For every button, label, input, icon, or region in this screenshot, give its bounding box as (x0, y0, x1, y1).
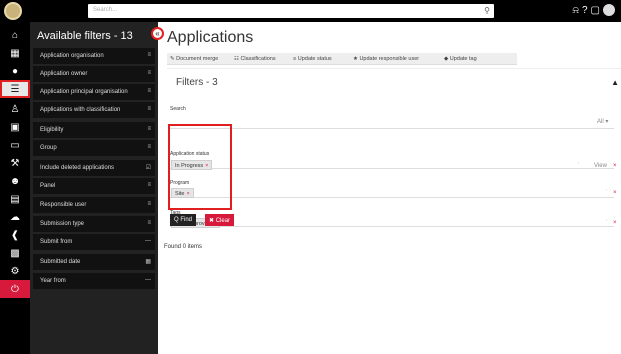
filter-item[interactable]: Applications with classification ≡ (33, 102, 155, 118)
find-button[interactable]: Q Find (170, 214, 197, 226)
menu-icon[interactable]: ≡ (147, 88, 151, 94)
menu-icon[interactable]: ≡ (147, 126, 151, 132)
bell-icon[interactable]: ⍾ (572, 5, 579, 16)
calendar-icon[interactable]: ▦ (0, 44, 30, 62)
filter-item[interactable]: Application principal organisation ≡ (33, 84, 155, 100)
view-link[interactable]: View (594, 163, 607, 169)
remove-icon[interactable]: × (613, 163, 617, 169)
group-icon[interactable]: ☻ (0, 172, 30, 190)
collapse-filters-button[interactable]: « (151, 27, 164, 40)
filter-item-label: Eligibility (40, 127, 64, 133)
filter-item-label: Include deleted applications (40, 165, 115, 171)
all-select[interactable]: All ▾ (597, 118, 608, 125)
list-icon[interactable]: ☰ (0, 80, 30, 98)
filter-item-label: Application principal organisation (40, 89, 128, 95)
dropdown-icon[interactable]: ˙ (606, 190, 608, 196)
gavel-icon[interactable]: ⚒ (0, 154, 30, 172)
monitor-icon[interactable]: ▭ (0, 136, 30, 154)
menu-icon[interactable]: ≡ (147, 52, 151, 58)
filter-item-label: Submit from (40, 239, 73, 245)
classifications-button[interactable]: ☷ Classifications (234, 53, 276, 65)
filter-item-label: Application organisation (40, 53, 104, 59)
filter-item-label: Applications with classification (40, 107, 121, 113)
filter-item[interactable]: Group ≡ (33, 140, 155, 156)
highlight-box (168, 124, 232, 210)
calendar-icon[interactable]: ▦ (145, 258, 151, 265)
search-icon[interactable]: ⚲ (484, 6, 490, 15)
bank-icon[interactable]: ♙ (0, 100, 30, 118)
checkbox-icon[interactable]: ☑ (146, 164, 151, 171)
filter-item[interactable]: Submit from — (33, 234, 155, 250)
menu-icon[interactable]: ≡ (147, 106, 151, 112)
dropdown-icon[interactable]: ˙ (606, 220, 608, 226)
filter-item[interactable]: Year from — (33, 273, 155, 289)
page-title: Applications (167, 29, 254, 46)
filter-item-label: Submission type (40, 221, 85, 227)
remove-icon[interactable]: × (613, 220, 617, 226)
application-status-input[interactable] (170, 157, 614, 169)
people-icon[interactable]: ● (0, 62, 30, 80)
search-label: Search (170, 106, 186, 112)
filter-item-label: Responsible user (40, 202, 87, 208)
power-icon[interactable]: ⏻ (0, 280, 30, 298)
results-count: Found 0 items (164, 244, 203, 250)
filter-item[interactable]: Submission type ≡ (33, 216, 155, 232)
filter-item[interactable]: Include deleted applications ☑ (33, 160, 155, 176)
menu-icon[interactable]: ≡ (147, 220, 151, 226)
filters-box: Filters - 3 ▲ Search All ▾ Application s… (167, 68, 621, 228)
clear-button[interactable]: ✖ Clear (205, 214, 235, 226)
available-filters-panel: Available filters - 13 Application organ… (30, 22, 158, 354)
top-bar: Search... ⚲ ⍾ ? ▢ (0, 0, 621, 22)
filter-item-label: Year from (40, 278, 66, 284)
search-placeholder: Search... (93, 7, 118, 13)
menu-icon[interactable]: ≡ (147, 144, 151, 150)
update-responsible-user-button[interactable]: ★ Update responsible user (353, 53, 419, 65)
tags-input[interactable] (170, 215, 614, 227)
search-filter-input[interactable] (170, 117, 614, 129)
help-icon[interactable]: ? (582, 5, 588, 16)
filter-item-label: Submitted date (40, 259, 81, 265)
filter-item[interactable]: Panel ≡ (33, 178, 155, 194)
window-icon[interactable]: ▢ (591, 5, 600, 16)
filter-item-label: Application owner (40, 71, 88, 77)
toolbar: ✎ Document merge ☷ Classifications ≡ Upd… (167, 53, 517, 65)
filter-item[interactable]: Application owner ≡ (33, 66, 155, 82)
update-status-button[interactable]: ≡ Update status (293, 53, 332, 65)
range-icon[interactable]: — (145, 238, 151, 244)
update-tag-button[interactable]: ◆ Update tag (444, 53, 477, 65)
dropdown-icon[interactable]: ˙ (578, 163, 580, 169)
app-logo[interactable] (4, 2, 22, 20)
settings-icon[interactable]: ⚙ (0, 262, 30, 280)
table-icon[interactable]: ▩ (0, 244, 30, 262)
menu-icon[interactable]: ≡ (147, 70, 151, 76)
filters-title: Filters - 3 (176, 77, 218, 88)
collapse-icon[interactable]: ▲ (611, 78, 619, 87)
clipboard-icon[interactable]: ▣ (0, 118, 30, 136)
avatar[interactable] (603, 4, 615, 16)
filter-item[interactable]: Application organisation ≡ (33, 48, 155, 64)
home-icon[interactable]: ⌂ (0, 26, 30, 44)
icon-rail: ⌂ ▦ ● ☰ ♙ ▣ ▭ ⚒ ☻ ▤ ☁ ❰ ▩ ⚙ ⏻ (0, 22, 30, 354)
menu-icon[interactable]: ≡ (147, 201, 151, 207)
share-icon[interactable]: ❰ (0, 226, 30, 244)
program-input[interactable] (170, 186, 614, 198)
main-content: Applications ✎ Document merge ☷ Classifi… (164, 22, 621, 354)
filter-item[interactable]: Eligibility ≡ (33, 122, 155, 138)
range-icon[interactable]: — (145, 277, 151, 283)
filter-item[interactable]: Submitted date ▦ (33, 254, 155, 270)
filter-item[interactable]: Responsible user ≡ (33, 197, 155, 213)
document-icon[interactable]: ▤ (0, 190, 30, 208)
header-icons: ⍾ ? ▢ (572, 4, 615, 16)
filter-item-label: Group (40, 145, 57, 151)
remove-icon[interactable]: × (613, 190, 617, 196)
search-input[interactable]: Search... ⚲ (88, 4, 494, 18)
document-merge-button[interactable]: ✎ Document merge (170, 53, 218, 65)
all-select-label: All (597, 119, 604, 125)
filter-item-label: Panel (40, 183, 56, 189)
cloud-icon[interactable]: ☁ (0, 208, 30, 226)
available-filters-title: Available filters - 13 (37, 30, 133, 42)
menu-icon[interactable]: ≡ (147, 182, 151, 188)
